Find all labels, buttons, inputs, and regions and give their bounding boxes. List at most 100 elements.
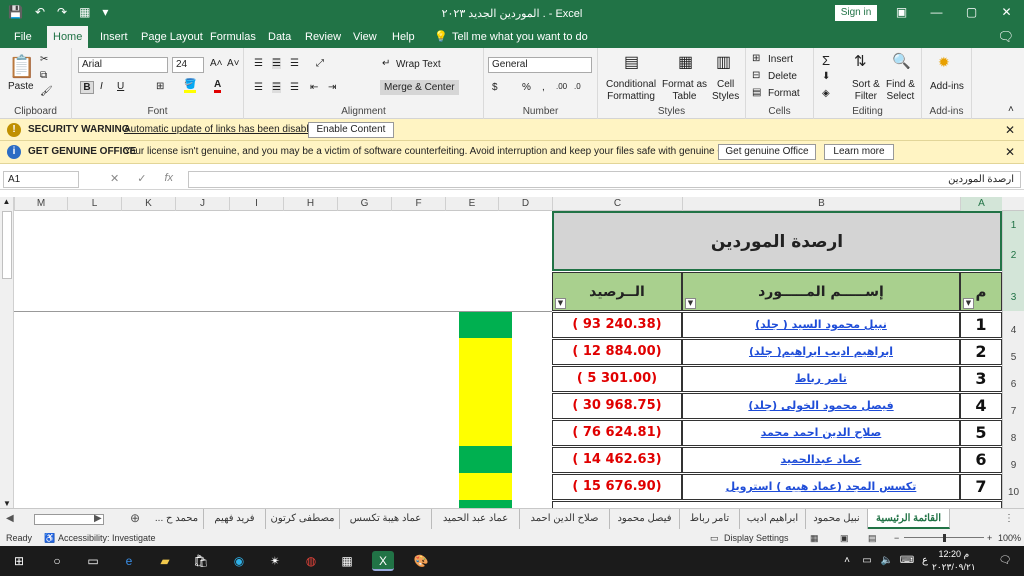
sheet-tab[interactable]: فريد فهيم	[204, 509, 266, 529]
tab-view[interactable]: View	[347, 26, 383, 48]
column-header[interactable]: B	[682, 197, 960, 211]
search-icon[interactable]: ○	[46, 551, 68, 571]
cut-icon[interactable]: ✂	[40, 54, 48, 65]
collapse-ribbon-icon[interactable]: ˄	[1008, 104, 1014, 115]
zoom-in-icon[interactable]: +	[987, 530, 992, 546]
normal-view-icon[interactable]: ▦	[810, 530, 819, 546]
scroll-thumb[interactable]	[2, 211, 12, 279]
row-header[interactable]: 5	[1002, 338, 1024, 365]
column-header[interactable]: J	[175, 197, 229, 211]
row-number-cell[interactable]: 3	[960, 366, 1002, 392]
edge-legacy-icon[interactable]: e	[118, 551, 140, 571]
balance-cell[interactable]: ( 14 462.63)	[552, 447, 682, 473]
header-balance-cell[interactable]: الــرصيد ▼	[552, 272, 682, 311]
clock[interactable]: 12:20 م ٢٠٢٣/٠٩/٢١	[932, 548, 976, 574]
zoom-level[interactable]: 100%	[998, 530, 1021, 546]
row-header[interactable]: 6	[1002, 365, 1024, 392]
row-number-cell[interactable]: 7	[960, 474, 1002, 500]
orientation-icon[interactable]: ⤢	[316, 58, 324, 69]
sort-filter-button[interactable]: Sort & Filter	[852, 79, 880, 103]
font-color-icon[interactable]: A	[214, 79, 222, 93]
format-painter-icon[interactable]: 🖌	[40, 86, 53, 97]
security-text[interactable]: Automatic update of links has been disab…	[124, 119, 320, 141]
supplier-name-cell[interactable]: نبيل محمود السيد ( جلد)	[682, 312, 960, 338]
column-header[interactable]: F	[391, 197, 445, 211]
formula-input[interactable]: ارصدة الموردين	[188, 171, 1021, 188]
sheet-tab[interactable]: فيصل محمود	[610, 509, 680, 529]
italic-button[interactable]: I	[100, 81, 103, 92]
balance-cell[interactable]: ( 15 676.90)	[552, 474, 682, 500]
page-layout-view-icon[interactable]: ▣	[840, 530, 849, 546]
network-icon[interactable]: ▭	[856, 551, 878, 571]
sheet-tabs-more-icon[interactable]: ⋮	[1004, 513, 1014, 524]
number-format-box[interactable]: General	[488, 57, 592, 73]
volume-icon[interactable]: 🔈	[876, 551, 898, 571]
filter-dropdown-icon[interactable]: ▼	[963, 298, 974, 309]
paste-button[interactable]: Paste	[8, 81, 34, 92]
supplier-name-cell[interactable]: تكسس المجد (عماد هيبه ) استرويل	[682, 474, 960, 500]
edge-icon[interactable]: ◉	[228, 551, 250, 571]
sheet-tab[interactable]: عماد عبد الحميد	[432, 509, 520, 529]
column-header[interactable]: K	[121, 197, 175, 211]
add-sheet-icon[interactable]: ⊕	[130, 511, 140, 525]
fill-icon[interactable]: ⬇	[822, 71, 830, 82]
sheet-tab[interactable]: صلاح الدين احمد	[520, 509, 610, 529]
header-name-cell[interactable]: إســـــم المـــــورد ▼	[682, 272, 960, 311]
row-header[interactable]: 8	[1002, 419, 1024, 446]
cancel-icon[interactable]: ✕	[110, 172, 119, 185]
find-select-button[interactable]: Find & Select	[886, 79, 915, 103]
tray-up-icon[interactable]: ˄	[836, 551, 858, 571]
filter-dropdown-icon[interactable]: ▼	[685, 298, 696, 309]
row-header[interactable]: 7	[1002, 392, 1024, 419]
balance-cell[interactable]: ( 30 968.75)	[552, 393, 682, 419]
merge-center-button[interactable]: Merge & Center	[380, 80, 459, 95]
align-right-icon[interactable]: ☰	[290, 82, 299, 93]
zoom-slider-handle[interactable]	[943, 534, 946, 542]
task-view-icon[interactable]: ▭	[82, 551, 104, 571]
sheet-tab[interactable]: تامر رباط	[680, 509, 740, 529]
align-center-icon[interactable]: ☰	[272, 82, 281, 93]
sheet-tab[interactable]: عماد هيبة تكسس	[340, 509, 432, 529]
excel-icon[interactable]: X	[372, 551, 394, 571]
fill-color-icon[interactable]: 🪣	[184, 79, 197, 93]
increase-font-icon[interactable]: A˄	[210, 58, 223, 69]
tell-me-search[interactable]: Tell me what you want to do	[446, 26, 594, 48]
balance-cell[interactable]: ( 93 240.38)	[552, 312, 682, 338]
tab-home[interactable]: Home	[47, 26, 89, 48]
decrease-decimal-icon[interactable]: .0	[574, 82, 581, 91]
tab-formulas[interactable]: Formulas	[204, 26, 262, 48]
delete-cells-button[interactable]: Delete	[768, 71, 797, 82]
supplier-name-cell[interactable]: عماد عبدالحميد	[682, 447, 960, 473]
increase-indent-icon[interactable]: ⇥	[328, 82, 336, 93]
middle-align-icon[interactable]: ☰	[272, 58, 281, 69]
decrease-font-icon[interactable]: A˅	[227, 58, 240, 69]
format-cells-button[interactable]: Format	[768, 88, 800, 99]
cell-styles-button[interactable]: Cell Styles	[712, 79, 739, 103]
row-header[interactable]: 9	[1002, 446, 1024, 473]
font-size-box[interactable]: 24	[172, 57, 204, 73]
insert-cells-button[interactable]: Insert	[768, 54, 793, 65]
row-number-cell[interactable]: 6	[960, 447, 1002, 473]
column-header[interactable]: I	[229, 197, 283, 211]
close-security-icon[interactable]: ✕	[1005, 119, 1015, 141]
column-header[interactable]: A	[960, 197, 1002, 211]
get-genuine-button[interactable]: Get genuine Office	[718, 144, 816, 160]
format-as-table-button[interactable]: Format as Table	[662, 79, 707, 103]
top-align-icon[interactable]: ☰	[254, 58, 263, 69]
sheet-title-cell[interactable]: ارصدة الموردين	[552, 211, 1002, 271]
row-header[interactable]: 2	[1003, 241, 1024, 271]
sheet-tab[interactable]: محمد ح ...	[150, 509, 204, 529]
close-genuine-icon[interactable]: ✕	[1005, 141, 1015, 163]
notification-icon[interactable]: 🗨	[994, 551, 1016, 571]
addins-button[interactable]: Add-ins	[930, 81, 964, 92]
copy-icon[interactable]: ⧉	[40, 70, 47, 81]
worksheet-grid[interactable]: ارصدة الموردين م ▼ إســـــم المـــــورد ▼ …	[14, 211, 1002, 508]
row-number-cell[interactable]: 4	[960, 393, 1002, 419]
tab-page-layout[interactable]: Page Layout	[135, 26, 209, 48]
zoom-out-icon[interactable]: −	[894, 530, 899, 546]
column-header[interactable]: G	[337, 197, 391, 211]
start-icon[interactable]: ⊞	[8, 551, 30, 571]
media-icon[interactable]: ✴	[264, 551, 286, 571]
scroll-down-icon[interactable]: ▼	[0, 499, 14, 508]
supplier-name-cell[interactable]: ابراهيم اديب ابراهيم( جلد)	[682, 339, 960, 365]
